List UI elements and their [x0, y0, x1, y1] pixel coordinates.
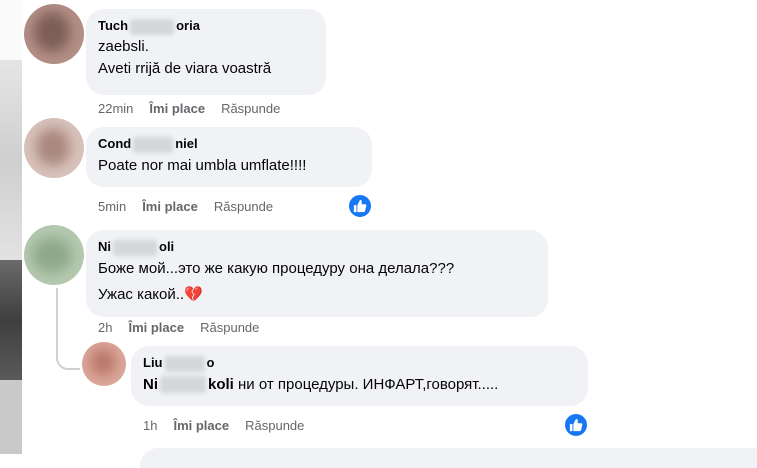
- avatar[interactable]: [24, 225, 84, 285]
- left-edge-strip: [0, 0, 22, 454]
- reply-button[interactable]: Răspunde: [200, 320, 259, 335]
- comment-author[interactable]: Ni oli: [98, 238, 536, 256]
- like-button[interactable]: Îmi place: [149, 101, 205, 116]
- comment-actions: 22min Îmi place Răspunde: [98, 101, 296, 116]
- reply-button[interactable]: Răspunde: [245, 418, 304, 433]
- reply-thread-line: [56, 288, 80, 370]
- redacted-name: [164, 355, 205, 372]
- redacted-name: [113, 239, 157, 256]
- comment-timestamp[interactable]: 2h: [98, 320, 112, 335]
- reply-button[interactable]: Răspunde: [221, 101, 280, 116]
- comment-author[interactable]: Tuch oria: [98, 17, 314, 35]
- reply-bubble: Liu o Ni koli ни от процедуры. ИНФАРТ,гово…: [131, 346, 588, 406]
- comment-timestamp[interactable]: 5min: [98, 199, 126, 214]
- reply-author[interactable]: Liu o: [143, 354, 576, 372]
- comment-bubble: Tuch oria zaebsli. Aveti rrijă de viara v…: [86, 9, 326, 95]
- comment-actions: 2h Îmi place Răspunde: [98, 320, 275, 335]
- like-thumb-icon[interactable]: [563, 412, 589, 438]
- comment-text-line: Боже мой...это же какую процедуру она де…: [98, 259, 455, 277]
- reply-button[interactable]: Răspunde: [214, 199, 273, 214]
- avatar[interactable]: [82, 342, 126, 386]
- comment-text-line: Ужас какой..💔: [98, 285, 203, 303]
- comment-bubble: Cond niel Poate nor mai umbla umflate!!!!: [86, 127, 372, 187]
- comment-bubble: Ni oli Боже мой...это же какую процедуру …: [86, 230, 548, 317]
- redacted-name: [133, 136, 174, 153]
- comment-text-line: Aveti rrijă de viara voastră: [98, 59, 272, 77]
- comment-author[interactable]: Cond niel: [98, 135, 360, 153]
- like-button[interactable]: Îmi place: [128, 320, 184, 335]
- avatar[interactable]: [24, 4, 84, 64]
- redacted-name: [160, 376, 206, 394]
- like-button[interactable]: Îmi place: [142, 199, 198, 214]
- reply-text: Ni koli ни от процедуры. ИНФАРТ,говорят..…: [143, 375, 499, 394]
- partial-comment-bubble: [140, 448, 757, 468]
- like-button[interactable]: Îmi place: [173, 418, 229, 433]
- comment-actions: 5min Îmi place Răspunde: [98, 199, 289, 214]
- like-thumb-icon[interactable]: [347, 193, 373, 219]
- redacted-name: [130, 18, 175, 35]
- mention-link[interactable]: Ni koli: [143, 376, 234, 394]
- comment-text-line: Poate nor mai umbla umflate!!!!: [98, 156, 307, 174]
- comment-timestamp[interactable]: 22min: [98, 101, 133, 116]
- avatar[interactable]: [24, 118, 84, 178]
- comment-timestamp[interactable]: 1h: [143, 418, 157, 433]
- reply-actions: 1h Îmi place Răspunde: [143, 418, 320, 433]
- comment-text-line: zaebsli.: [98, 37, 149, 55]
